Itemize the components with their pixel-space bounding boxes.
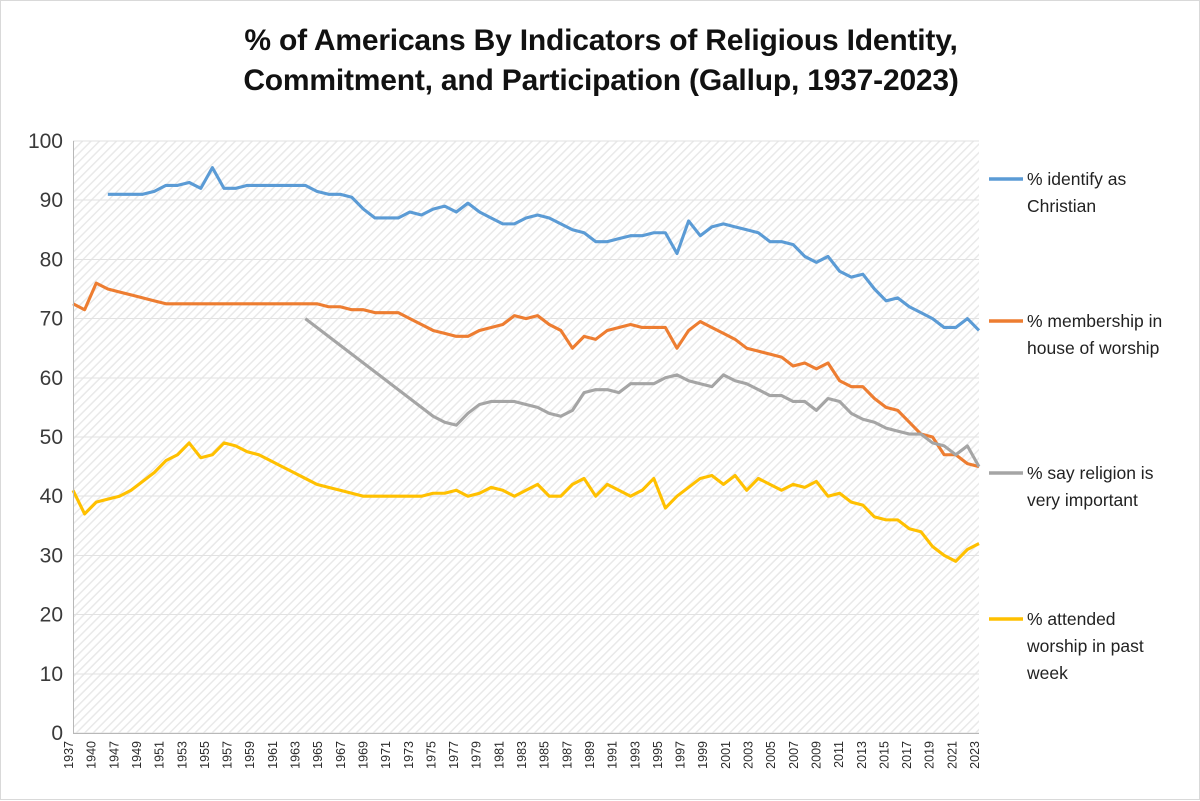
x-axis-tick-label: 2021 bbox=[945, 741, 959, 769]
y-axis-tick-label: 40 bbox=[40, 485, 63, 508]
y-axis-tick-label: 80 bbox=[40, 248, 63, 271]
x-axis-tick-label: 1961 bbox=[266, 741, 280, 769]
legend-label-3[interactable]: % say religion is bbox=[1027, 463, 1154, 483]
x-axis-tick-label: 1955 bbox=[198, 741, 212, 769]
x-axis-tick-label: 1997 bbox=[674, 741, 688, 769]
legend-label-2[interactable]: % membership in bbox=[1027, 311, 1162, 331]
x-axis-tick-label: 1947 bbox=[107, 741, 121, 769]
x-axis-tick-label: 1977 bbox=[447, 741, 461, 769]
y-axis-tick-label: 60 bbox=[40, 367, 63, 390]
x-axis-tick-label: 2003 bbox=[742, 741, 756, 769]
y-axis-tick-label: 90 bbox=[40, 189, 63, 212]
x-axis-tick-label: 1995 bbox=[651, 741, 665, 769]
x-axis-tick-label: 1991 bbox=[606, 741, 620, 769]
legend-label-2[interactable]: house of worship bbox=[1027, 338, 1159, 358]
x-axis-tick-label: 1951 bbox=[153, 741, 167, 769]
y-axis-tick-label: 50 bbox=[40, 426, 63, 449]
y-axis-tick-label: 70 bbox=[40, 308, 63, 331]
x-axis-tick-label: 1940 bbox=[85, 741, 99, 769]
x-axis-tick-label: 1957 bbox=[221, 741, 235, 769]
x-axis-tick-label: 2019 bbox=[923, 741, 937, 769]
legend-label-1[interactable]: Christian bbox=[1027, 196, 1096, 216]
chart-legend: % identify as Christian % membership in hou… bbox=[989, 169, 1162, 683]
x-axis-tick-label: 2017 bbox=[900, 741, 914, 769]
x-axis-tick-label: 1983 bbox=[515, 741, 529, 769]
chart-container: % of Americans By Indicators of Religiou… bbox=[0, 0, 1200, 800]
y-axis-tick-label: 100 bbox=[28, 130, 63, 153]
x-axis-labels: 1937 1940 1947 1949 1951 1953 1955 1957 1959 1961… bbox=[62, 741, 982, 769]
x-axis-tick-label: 1969 bbox=[356, 741, 370, 769]
y-axis-tick-label: 30 bbox=[40, 544, 63, 567]
x-axis-tick-label: 2001 bbox=[719, 741, 733, 769]
x-axis-tick-label: 1963 bbox=[289, 741, 303, 769]
legend-label-4[interactable]: week bbox=[1026, 663, 1068, 683]
x-axis-tick-label: 1973 bbox=[402, 741, 416, 769]
y-axis-tick-label: 20 bbox=[40, 604, 63, 627]
x-axis-tick-label: 1989 bbox=[583, 741, 597, 769]
x-axis-tick-label: 1949 bbox=[130, 741, 144, 769]
x-axis-tick-label: 1971 bbox=[379, 741, 393, 769]
x-axis-tick-label: 1967 bbox=[334, 741, 348, 769]
x-axis-tick-label: 1979 bbox=[470, 741, 484, 769]
x-axis-tick-label: 2015 bbox=[877, 741, 891, 769]
x-axis-tick-label: 2005 bbox=[764, 741, 778, 769]
x-axis-tick-label: 1959 bbox=[243, 741, 257, 769]
x-axis-tick-label: 2023 bbox=[968, 741, 982, 769]
legend-label-4[interactable]: % attended bbox=[1027, 609, 1116, 629]
x-axis-tick-label: 2007 bbox=[787, 741, 801, 769]
x-axis-tick-label: 2011 bbox=[832, 741, 846, 768]
line-chart-svg: 0102030405060708090100 1937 1940 1947 1949 1… bbox=[28, 130, 1162, 769]
x-axis-tick-label: 1993 bbox=[628, 741, 642, 769]
y-axis-labels: 0102030405060708090100 bbox=[28, 130, 63, 745]
x-axis-tick-label: 2013 bbox=[855, 741, 869, 769]
y-axis-tick-label: 10 bbox=[40, 663, 63, 686]
legend-label-4[interactable]: worship in past bbox=[1026, 636, 1144, 656]
x-axis-tick-label: 1999 bbox=[696, 741, 710, 769]
x-axis-tick-label: 1953 bbox=[175, 741, 189, 769]
x-axis-tick-label: 1987 bbox=[560, 741, 574, 769]
x-axis-tick-label: 1975 bbox=[424, 741, 438, 769]
x-axis-tick-label: 2009 bbox=[809, 741, 823, 769]
legend-label-3[interactable]: very important bbox=[1027, 490, 1138, 510]
x-axis-tick-label: 1985 bbox=[538, 741, 552, 769]
x-axis-tick-label: 1981 bbox=[492, 741, 506, 769]
legend-label-1[interactable]: % identify as bbox=[1027, 169, 1126, 189]
plot-area-wrapper: 0 10 20 30 40 50 60 70 80 90 100 1937 1940 1947 1949 1… bbox=[1, 1, 1200, 801]
x-axis-tick-label: 1965 bbox=[311, 741, 325, 769]
x-axis-tick-label: 1937 bbox=[62, 741, 76, 769]
